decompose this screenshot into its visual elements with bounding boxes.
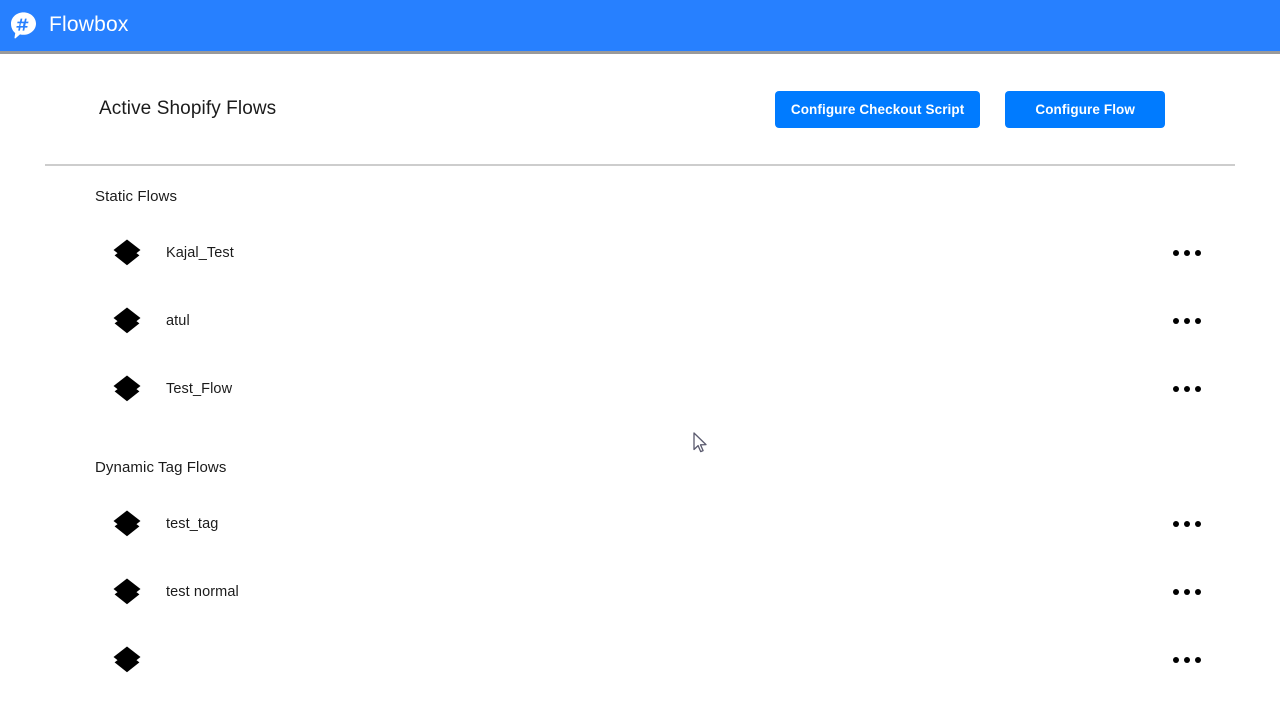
more-horizontal-icon[interactable] [1169,649,1205,671]
header-actions: Configure Checkout Script Configure Flow [774,90,1165,128]
layers-icon [110,643,144,677]
layers-icon [110,304,144,338]
section-title: Static Flows [95,188,178,205]
flow-list-item[interactable]: Kajal_Test [0,219,1280,287]
page-header-row: Active Shopify Flows Configure Checkout … [0,54,1280,164]
brand-name: Flowbox [49,13,129,36]
section-static-flows: Static Flows Kajal_Test atul Test_Flow [0,188,1280,423]
layers-icon [110,372,144,406]
flow-list-item[interactable]: atul [0,287,1280,355]
more-horizontal-icon[interactable] [1169,513,1205,535]
flow-name: atul [166,313,190,329]
page-content: Active Shopify Flows Configure Checkout … [0,54,1280,720]
app-header: Flowbox [0,0,1280,51]
flow-list-item[interactable]: Test_Flow [0,355,1280,423]
section-title: Dynamic Tag Flows [95,459,227,476]
layers-icon [110,507,144,541]
more-horizontal-icon[interactable] [1169,378,1205,400]
configure-flow-button[interactable]: Configure Flow [1005,90,1165,128]
flow-sections: Static Flows Kajal_Test atul Test_Flow D… [0,166,1280,694]
more-horizontal-icon[interactable] [1169,242,1205,264]
configure-checkout-script-button[interactable]: Configure Checkout Script [774,90,981,128]
layers-icon [110,575,144,609]
flow-list-item-partial[interactable] [0,626,1280,694]
brand[interactable]: Flowbox [9,11,129,40]
flow-list-item[interactable]: test_tag [0,490,1280,558]
flow-name: Test_Flow [166,381,233,397]
flow-name: Kajal_Test [166,245,234,261]
hashtag-speech-bubble-icon [9,11,38,40]
more-horizontal-icon[interactable] [1169,310,1205,332]
flow-list-item[interactable]: test normal [0,558,1280,626]
more-horizontal-icon[interactable] [1169,581,1205,603]
page-title: Active Shopify Flows [99,98,277,119]
layers-icon [110,236,144,270]
section-dynamic-tag-flows: Dynamic Tag Flows test_tag test normal [0,459,1280,694]
flow-name: test_tag [166,516,219,532]
flow-name: test normal [166,584,239,600]
